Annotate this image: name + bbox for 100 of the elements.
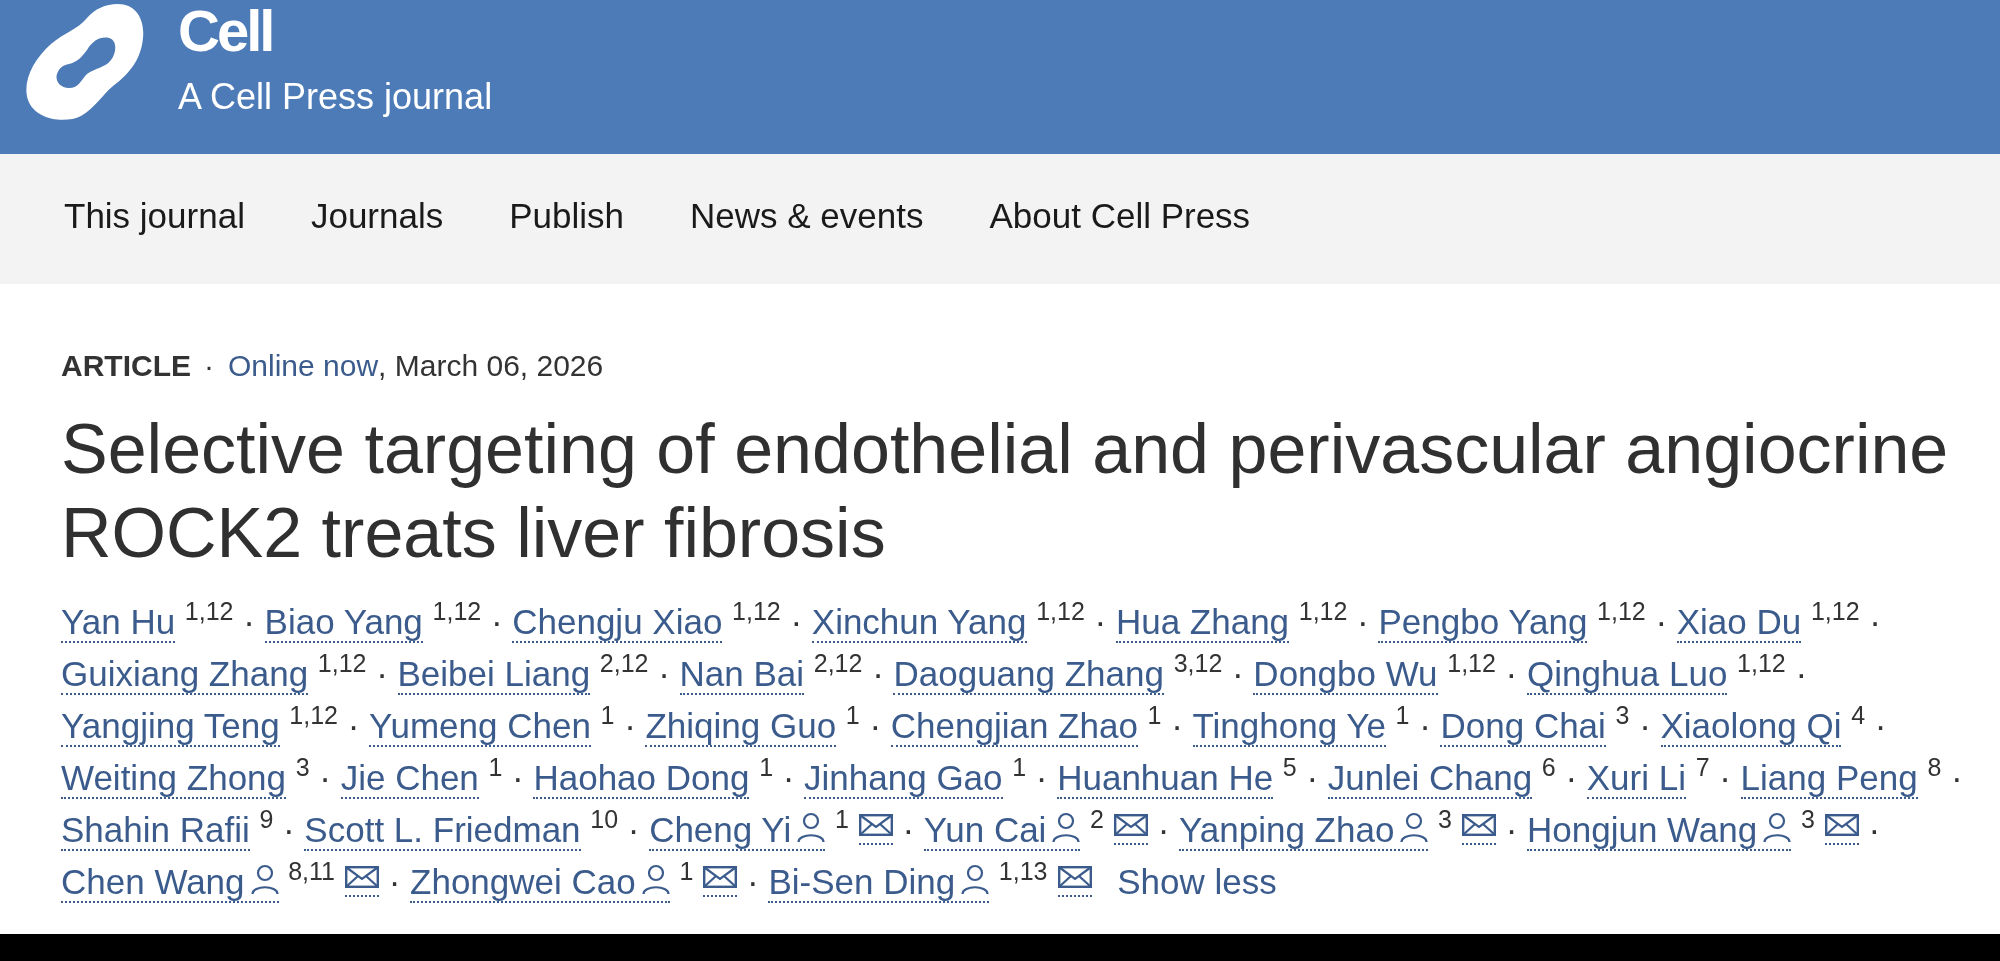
person-icon: [1763, 812, 1792, 842]
author-link[interactable]: Hua Zhang: [1115, 602, 1290, 643]
affiliation-number: 3: [1438, 805, 1452, 833]
author-link[interactable]: Bi-Sen Ding: [768, 862, 990, 903]
affiliation-number: 5: [1282, 753, 1297, 781]
author-link[interactable]: Huanhuan He: [1057, 758, 1274, 799]
separator: ·: [243, 602, 255, 641]
affiliation-number: 2: [1090, 805, 1104, 833]
separator: ·: [490, 602, 503, 641]
separator: ·: [1869, 602, 1881, 641]
author-link[interactable]: Yun Cai: [923, 810, 1081, 851]
affiliation-number: 1,12: [732, 597, 781, 625]
separator: ·: [512, 758, 524, 797]
author-link[interactable]: Yanping Zhao: [1179, 810, 1429, 851]
affiliation-number: 7: [1695, 753, 1710, 781]
author-link[interactable]: Zhongwei Cao: [410, 862, 670, 903]
envelope-icon: [703, 866, 738, 888]
author-link[interactable]: Guixiang Zhang: [61, 654, 309, 695]
author-link[interactable]: Qinghua Luo: [1526, 654, 1728, 695]
affiliation-number: 1: [834, 805, 849, 833]
nav-link[interactable]: This journal: [64, 196, 245, 236]
affiliation-number: 3: [295, 753, 310, 781]
author-link[interactable]: Zhiqing Guo: [645, 706, 837, 747]
author-link[interactable]: Cheng Yi: [649, 810, 826, 851]
affiliation-number: 2,12: [813, 649, 863, 677]
author-link[interactable]: Hongjun Wang: [1527, 810, 1792, 851]
affiliation-number: 6: [1541, 753, 1556, 781]
author-link[interactable]: Jinhang Gao: [804, 758, 1003, 799]
separator: ·: [1232, 654, 1244, 693]
author-link[interactable]: Liang Peng: [1740, 758, 1918, 799]
author-link[interactable]: Xuri Li: [1586, 758, 1686, 799]
separator: ·: [1950, 758, 1963, 797]
show-less-link[interactable]: Show less: [1117, 856, 1277, 908]
separator: ·: [347, 706, 360, 745]
nav-link[interactable]: Journals: [310, 196, 444, 236]
nav-link[interactable]: News & events: [690, 196, 924, 236]
affiliation-number: 1,12: [1036, 597, 1085, 625]
separator: ·: [658, 654, 670, 693]
author-link[interactable]: Chen Wang: [61, 862, 279, 903]
author-link[interactable]: Yan Hu: [61, 602, 176, 643]
author-link[interactable]: Weiting Zhong: [61, 758, 287, 799]
affiliation-number: 1: [679, 857, 694, 885]
author-link[interactable]: Dong Chai: [1440, 706, 1606, 747]
author-link[interactable]: Xinchun Yang: [811, 602, 1027, 643]
separator: ·: [1719, 758, 1731, 797]
email-link[interactable]: [1824, 814, 1859, 845]
envelope-icon: [1114, 814, 1148, 836]
author-link[interactable]: Xiaolong Qi: [1660, 706, 1842, 747]
email-link[interactable]: [1462, 814, 1496, 845]
email-link[interactable]: [703, 866, 738, 897]
affiliation-number: 1,13: [998, 857, 1048, 885]
author-link[interactable]: Yumeng Chen: [369, 706, 591, 747]
separator: ·: [869, 706, 882, 745]
person-icon: [797, 812, 826, 842]
separator: ·: [624, 706, 636, 745]
nav-link[interactable]: About Cell Press: [989, 196, 1251, 236]
envelope-icon: [1057, 866, 1092, 888]
separator: ·: [376, 654, 388, 693]
author-link[interactable]: Jie Chen: [340, 758, 479, 799]
separator: ·: [790, 602, 803, 641]
article-title: Selective targeting of endothelial and perivascular angiocrine ROCK2 treats liver fibrosis: [61, 409, 1950, 574]
author-link[interactable]: Chengju Xiao: [512, 602, 723, 643]
author-link[interactable]: Junlei Chang: [1327, 758, 1533, 799]
affiliation-number: 1,12: [289, 701, 338, 729]
author-link[interactable]: Scott L. Friedman: [304, 810, 581, 851]
separator: ·: [1655, 602, 1668, 641]
separator: ·: [1035, 758, 1048, 797]
online-now-link[interactable]: Online now: [228, 346, 379, 386]
nav-link[interactable]: Publish: [509, 196, 624, 236]
separator: ·: [204, 348, 214, 384]
author-link[interactable]: Chengjian Zhao: [890, 706, 1138, 747]
affiliation-number: 1,12: [184, 597, 234, 625]
envelope-icon: [1462, 814, 1496, 836]
author-link[interactable]: Yangjing Teng: [61, 706, 280, 747]
affiliation-number: 8: [1927, 753, 1942, 781]
affiliation-number: 1: [600, 701, 615, 729]
email-link[interactable]: [858, 814, 893, 845]
logo-icon[interactable]: [24, 4, 144, 121]
affiliation-number: 1,12: [1737, 649, 1786, 677]
separator: ·: [782, 758, 795, 797]
author-link[interactable]: Shahin Rafii: [61, 810, 250, 851]
author-link[interactable]: Beibei Liang: [397, 654, 591, 695]
affiliation-number: 9: [259, 805, 274, 833]
email-link[interactable]: [1114, 814, 1148, 845]
author-link[interactable]: Daoguang Zhang: [893, 654, 1164, 695]
author-link[interactable]: Tinghong Ye: [1192, 706, 1386, 747]
separator: ·: [388, 862, 401, 901]
separator: ·: [1171, 706, 1183, 745]
author-link[interactable]: Nan Bai: [679, 654, 805, 695]
author-link[interactable]: Xiao Du: [1676, 602, 1802, 643]
author-link[interactable]: Pengbo Yang: [1378, 602, 1588, 643]
affiliation-number: 1,12: [317, 649, 367, 677]
email-link[interactable]: [345, 866, 380, 897]
envelope-icon: [858, 814, 893, 836]
author-link[interactable]: Dongbo Wu: [1253, 654, 1438, 695]
email-link[interactable]: [1057, 866, 1092, 897]
person-icon: [961, 864, 990, 894]
author-link[interactable]: Biao Yang: [264, 602, 423, 643]
author-link[interactable]: Haohao Dong: [533, 758, 750, 799]
journal-title[interactable]: Cell: [178, 2, 276, 60]
